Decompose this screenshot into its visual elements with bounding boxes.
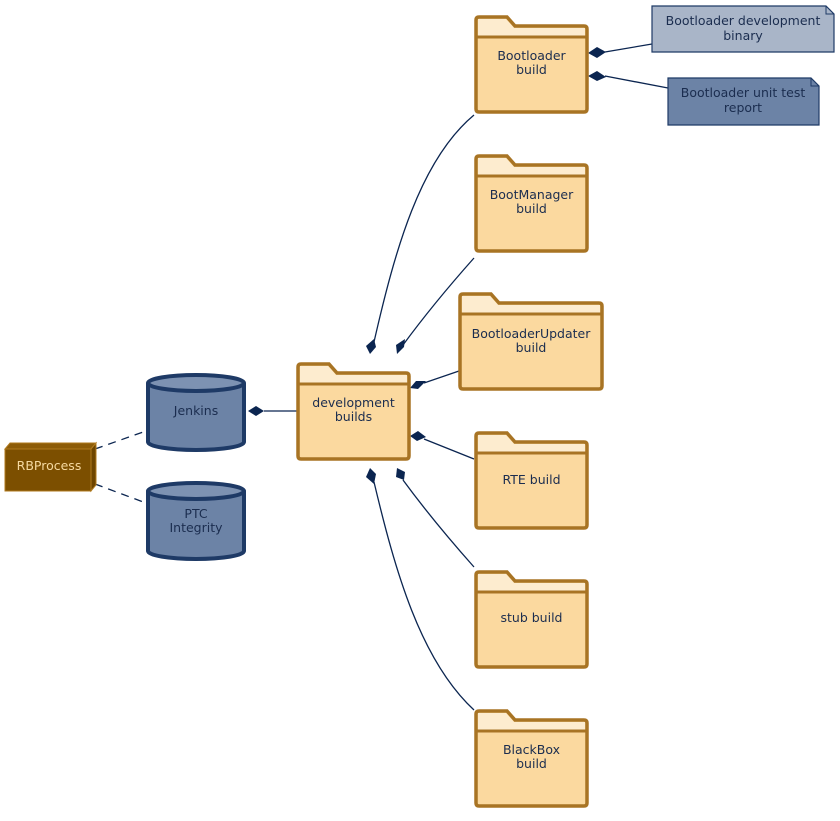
folders: developmentbuildsBootloaderbuildBootMana… [296, 15, 604, 808]
jenkins-label: Jenkins [173, 403, 218, 418]
diamond-icon [410, 431, 426, 441]
link-devbuilds-blackbox [373, 481, 475, 711]
folder-development-builds-label: builds [335, 409, 372, 424]
diamond-icon [396, 339, 405, 354]
link-rbprocess-jenkins [94, 430, 147, 450]
folder-blackbox-build[interactable]: BlackBoxbuild [474, 709, 589, 808]
diamond-icon [366, 339, 376, 354]
folder-blackbox-build-label: build [516, 756, 547, 771]
folder-rte-build[interactable]: RTE build [474, 431, 589, 530]
folder-bootloaderupdater-build-label: BootloaderUpdater [472, 326, 592, 341]
rbprocess-node[interactable]: RBProcess [3, 441, 98, 493]
folder-development-builds[interactable]: developmentbuilds [296, 362, 411, 461]
link-bootloader-report [604, 75, 669, 89]
link-devbuilds-rte [423, 438, 475, 460]
folder-bootloaderupdater-build-label: build [516, 340, 547, 355]
diagram-canvas: RBProcess Jenkins PTC Integrity developm… [3, 5, 835, 808]
folder-bootloader-build-label: Bootloader [497, 48, 566, 63]
ptc-integrity-database[interactable]: PTC Integrity [146, 481, 246, 561]
diamond-icon [396, 468, 405, 480]
folder-bootmanager-build-label: build [516, 201, 547, 216]
binary-label-line1: Bootloader development [666, 13, 821, 28]
folder-development-builds-label: development [312, 395, 395, 410]
folder-bootmanager-build-label: BootManager [490, 187, 574, 202]
link-devbuilds-stub [402, 479, 475, 568]
artifact-bootloader-unit-test-report[interactable]: Bootloader unit test report [667, 77, 820, 126]
ptc-label-line1: PTC [184, 506, 207, 521]
link-bootloader-binary [604, 43, 653, 53]
report-label-line2: report [724, 100, 762, 115]
diamond-icon [410, 381, 426, 389]
link-rbprocess-ptc [94, 483, 147, 504]
rbprocess-label: RBProcess [17, 458, 82, 473]
folder-bootloader-build-label: build [516, 62, 547, 77]
diamond-icon [366, 468, 376, 484]
jenkins-database[interactable]: Jenkins [146, 373, 246, 452]
diamond-icon [588, 71, 606, 81]
folder-rte-build-label: RTE build [502, 472, 560, 487]
diamond-icon [248, 406, 264, 416]
report-label-line1: Bootloader unit test [681, 85, 806, 100]
folder-bootloader-build[interactable]: Bootloaderbuild [474, 15, 589, 114]
binary-label-line2: binary [723, 28, 763, 43]
folder-stub-build[interactable]: stub build [474, 570, 589, 669]
folder-blackbox-build-label: BlackBox [503, 742, 560, 757]
artifact-bootloader-dev-binary[interactable]: Bootloader development binary [651, 5, 835, 53]
folder-bootloaderupdater-build[interactable]: BootloaderUpdaterbuild [458, 292, 604, 391]
link-devbuilds-bootloaderupdater [423, 370, 460, 384]
folder-bootmanager-build[interactable]: BootManagerbuild [474, 154, 589, 253]
ptc-label-line2: Integrity [169, 520, 223, 535]
diamond-icon [588, 47, 606, 58]
folder-stub-build-label: stub build [501, 610, 563, 625]
